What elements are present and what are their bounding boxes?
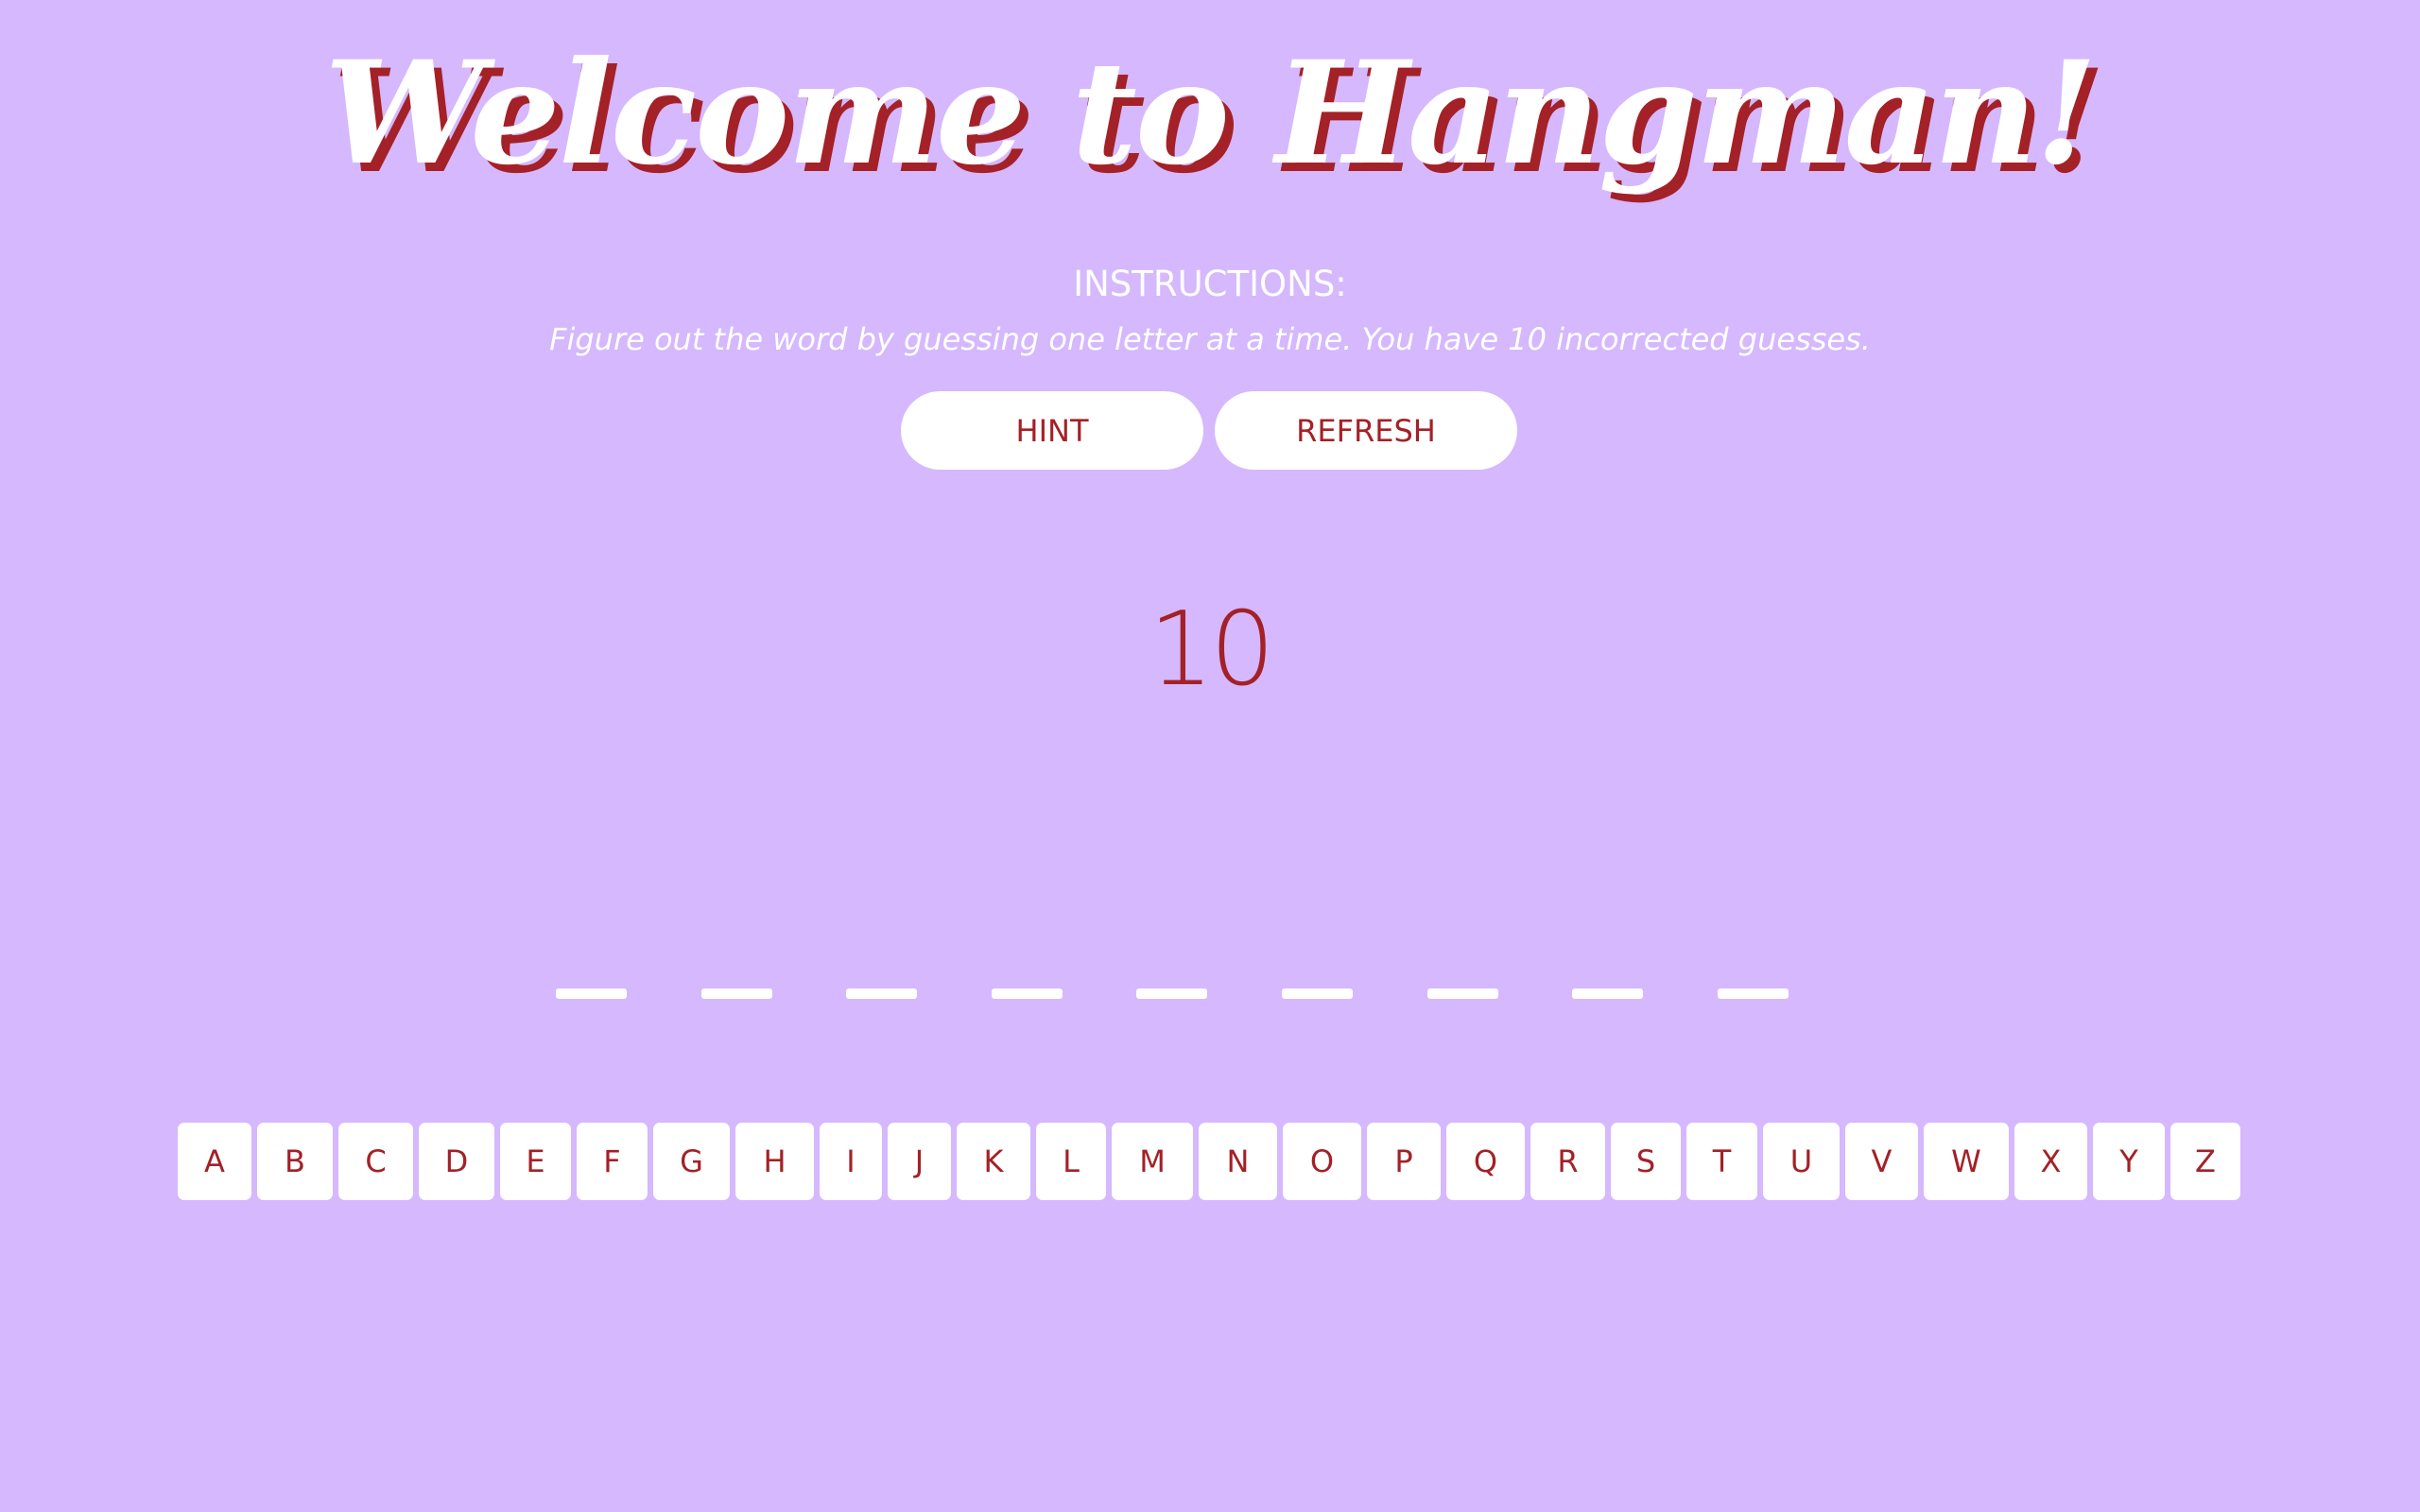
- key-u[interactable]: U: [1763, 1123, 1840, 1200]
- key-i[interactable]: I: [820, 1123, 882, 1200]
- key-d[interactable]: D: [419, 1123, 494, 1200]
- letter-blank: [992, 988, 1063, 999]
- guesses-remaining-counter: 10: [1149, 591, 1274, 709]
- letter-blank: [1427, 988, 1498, 999]
- key-v[interactable]: V: [1845, 1123, 1918, 1200]
- letter-keyboard: A B C D E F G H I J K L M N O P Q R S T …: [0, 1123, 2420, 1202]
- letter-blank: [1136, 988, 1207, 999]
- key-a[interactable]: A: [178, 1123, 251, 1200]
- key-q[interactable]: Q: [1446, 1123, 1525, 1200]
- key-s[interactable]: S: [1611, 1123, 1681, 1200]
- key-k[interactable]: K: [957, 1123, 1030, 1200]
- key-y[interactable]: Y: [2093, 1123, 2165, 1200]
- key-f[interactable]: F: [577, 1123, 648, 1200]
- instructions-heading: INSTRUCTIONS:: [1073, 264, 1347, 304]
- key-o[interactable]: O: [1283, 1123, 1361, 1200]
- refresh-button[interactable]: REFRESH: [1215, 391, 1517, 470]
- letter-blank: [1282, 988, 1353, 999]
- key-e[interactable]: E: [500, 1123, 571, 1200]
- key-z[interactable]: Z: [2170, 1123, 2240, 1200]
- instructions-text: Figure out the word by guessing one lett…: [549, 321, 1871, 357]
- key-g[interactable]: G: [653, 1123, 730, 1200]
- letter-blank: [701, 988, 772, 999]
- letter-blank: [1572, 988, 1643, 999]
- hint-button[interactable]: HINT: [901, 391, 1203, 470]
- key-j[interactable]: J: [888, 1123, 951, 1200]
- key-l[interactable]: L: [1036, 1123, 1106, 1200]
- letter-blank: [556, 988, 627, 999]
- page-title: Welcome to Hangman!: [324, 30, 2098, 197]
- word-blanks: [0, 988, 2420, 1002]
- key-m[interactable]: M: [1112, 1123, 1193, 1200]
- key-n[interactable]: N: [1199, 1123, 1277, 1200]
- key-t[interactable]: T: [1686, 1123, 1757, 1200]
- letter-blank: [846, 988, 917, 999]
- key-b[interactable]: B: [257, 1123, 333, 1200]
- key-x[interactable]: X: [2014, 1123, 2087, 1200]
- letter-blank: [1718, 988, 1789, 999]
- key-c[interactable]: C: [338, 1123, 413, 1200]
- key-p[interactable]: P: [1367, 1123, 1441, 1200]
- key-r[interactable]: R: [1530, 1123, 1605, 1200]
- key-w[interactable]: W: [1924, 1123, 2009, 1200]
- key-h[interactable]: H: [735, 1123, 814, 1200]
